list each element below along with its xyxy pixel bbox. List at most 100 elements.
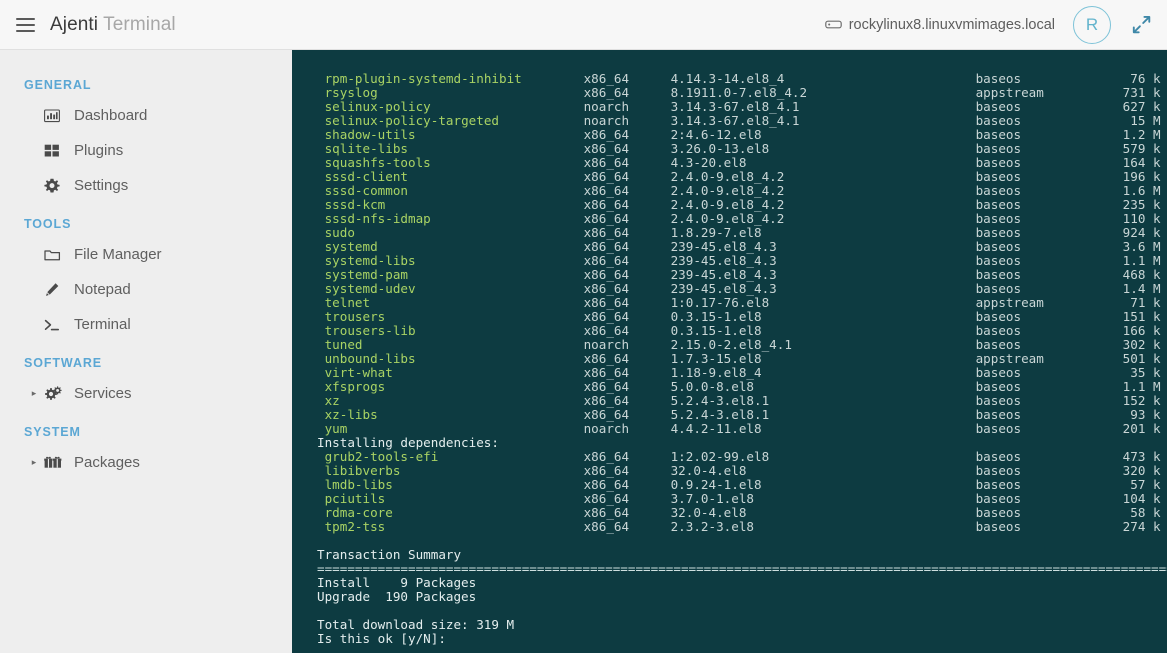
sidebar-item-label: Plugins [74, 142, 124, 159]
package-version: 239-45.el8_4.3 [670, 253, 777, 268]
package-repo: baseos [975, 379, 1022, 394]
hostname-text: rockylinux8.linuxvmimages.local [848, 16, 1055, 33]
terminal-package-row: systemd-udev x86_64 239-45.el8_4.3 baseos 1.… [317, 282, 1167, 296]
package-arch: x86_64 [583, 323, 630, 338]
row-indent [317, 393, 325, 408]
package-arch: x86_64 [583, 127, 630, 142]
package-name: xz-libs [324, 407, 378, 422]
package-arch: x86_64 [583, 71, 630, 86]
package-name: selinux-policy-targeted [324, 113, 499, 128]
package-version: 0.3.15-1.el8 [670, 309, 762, 324]
terminal-package-row: systemd x86_64 239-45.el8_4.3 baseos 3.6 M [317, 240, 1167, 254]
package-repo: baseos [975, 505, 1022, 520]
chevron-right-icon[interactable]: ▸ [26, 457, 42, 468]
package-arch: x86_64 [583, 519, 630, 534]
package-repo: baseos [975, 519, 1022, 534]
row-indent [317, 449, 325, 464]
row-indent [317, 281, 325, 296]
package-repo: baseos [975, 337, 1022, 352]
sidebar-item-file-manager[interactable]: File Manager [0, 237, 288, 272]
sidebar-item-label: Notepad [74, 281, 131, 298]
package-version: 3.14.3-67.el8_4.1 [670, 113, 800, 128]
package-repo: baseos [975, 239, 1022, 254]
folder-icon [44, 248, 66, 262]
package-arch: x86_64 [583, 197, 630, 212]
terminal-panel[interactable]: rpm-plugin-systemd-inhibit x86_64 4.14.3-1… [292, 50, 1167, 653]
sidebar-item-settings[interactable]: Settings [0, 168, 288, 203]
package-size: 196 k [1122, 169, 1161, 184]
row-indent [317, 183, 325, 198]
gear-icon [44, 178, 66, 194]
package-repo: baseos [975, 141, 1022, 156]
gift-boxes-icon [44, 455, 66, 470]
row-indent [317, 295, 325, 310]
package-arch: x86_64 [583, 141, 630, 156]
package-name: virt-what [324, 365, 393, 380]
fullscreen-expand-icon[interactable] [1129, 13, 1153, 37]
row-indent [317, 155, 325, 170]
package-name: sssd-common [324, 183, 408, 198]
terminal-prompt: Is this ok [y/N]: [317, 631, 446, 646]
package-arch: noarch [583, 99, 630, 114]
package-name: trousers [324, 309, 386, 324]
package-repo: baseos [975, 99, 1022, 114]
terminal-package-row: xz-libs x86_64 5.2.4-3.el8.1 baseos 93 k [317, 408, 1167, 422]
terminal-package-row: systemd-pam x86_64 239-45.el8_4.3 baseos 468… [317, 268, 1167, 282]
package-version: 32.0-4.el8 [670, 505, 747, 520]
sidebar-item-dashboard[interactable]: Dashboard [0, 98, 288, 133]
sidebar-item-label: Packages [74, 454, 140, 471]
package-size: 1.1 M [1122, 253, 1161, 268]
package-size: 501 k [1122, 351, 1161, 366]
package-repo: baseos [975, 463, 1022, 478]
package-size: 274 k [1122, 519, 1161, 534]
terminal-package-row: sudo x86_64 1.8.29-7.el8 baseos 924 k [317, 226, 1167, 240]
package-repo: baseos [975, 253, 1022, 268]
package-arch: x86_64 [583, 239, 630, 254]
package-version: 239-45.el8_4.3 [670, 239, 777, 254]
package-name: selinux-policy [324, 99, 431, 114]
sidebar-item-packages[interactable]: ▸ Packages [0, 445, 288, 480]
terminal-package-row: libibverbs x86_64 32.0-4.el8 baseos 320 k [317, 464, 1167, 478]
terminal-package-row: sssd-common x86_64 2.4.0-9.el8_4.2 baseos 1.… [317, 184, 1167, 198]
sidebar-section-tools: TOOLS [24, 217, 72, 231]
package-repo: baseos [975, 197, 1022, 212]
package-size: 302 k [1122, 337, 1161, 352]
package-name: sssd-nfs-idmap [324, 211, 431, 226]
package-repo: appstream [975, 351, 1044, 366]
row-indent [317, 99, 325, 114]
package-arch: x86_64 [583, 85, 630, 100]
top-header: Ajenti Terminal rockylinux8.linuxvmimages… [0, 0, 1167, 50]
sidebar-item-terminal[interactable]: Terminal [0, 307, 288, 342]
package-name: shadow-utils [324, 127, 416, 142]
sidebar-item-notepad[interactable]: Notepad [0, 272, 288, 307]
terminal-package-row: trousers-lib x86_64 0.3.15-1.el8 baseos 166 … [317, 324, 1167, 338]
package-version: 32.0-4.el8 [670, 463, 747, 478]
terminal-package-row: tpm2-tss x86_64 2.3.2-3.el8 baseos 274 k [317, 520, 1167, 534]
sidebar-item-plugins[interactable]: Plugins [0, 133, 288, 168]
package-repo: baseos [975, 309, 1022, 324]
terminal-package-row: grub2-tools-efi x86_64 1:2.02-99.el8 baseos… [317, 450, 1167, 464]
package-repo: baseos [975, 365, 1022, 380]
package-size: 1.6 M [1122, 183, 1161, 198]
package-arch: x86_64 [583, 393, 630, 408]
grid-squares-icon [44, 143, 66, 158]
package-size: 1.4 M [1122, 281, 1161, 296]
body-row: GENERAL Dashboard Plugins Settings TOOLS… [0, 50, 1167, 653]
avatar[interactable]: R [1073, 5, 1111, 44]
sidebar-item-services[interactable]: ▸ Services [0, 376, 288, 411]
package-version: 0.9.24-1.el8 [670, 477, 762, 492]
package-repo: appstream [975, 85, 1044, 100]
package-repo: baseos [975, 407, 1022, 422]
package-version: 2.4.0-9.el8_4.2 [670, 183, 785, 198]
chevron-right-icon[interactable]: ▸ [26, 388, 42, 399]
hamburger-icon[interactable] [10, 10, 40, 40]
terminal-package-row: rsyslog x86_64 8.1911.0-7.el8_4.2 appstream… [317, 86, 1167, 100]
package-repo: appstream [975, 295, 1044, 310]
hostname-indicator[interactable]: rockylinux8.linuxvmimages.local [824, 16, 1055, 33]
terminal-package-row: xfsprogs x86_64 5.0.0-8.el8 baseos 1.1 M [317, 380, 1167, 394]
terminal-package-row: tuned noarch 2.15.0-2.el8_4.1 baseos 302 k [317, 338, 1167, 352]
package-size: 76 k [1130, 71, 1161, 86]
package-version: 5.2.4-3.el8.1 [670, 407, 770, 422]
package-arch: x86_64 [583, 309, 630, 324]
